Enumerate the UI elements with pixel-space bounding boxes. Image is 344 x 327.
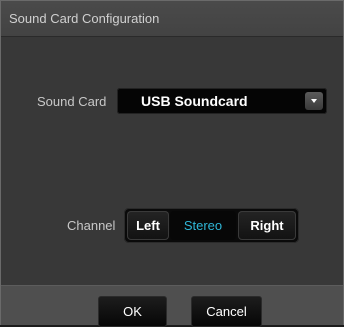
dialog-footer: [1, 285, 343, 325]
channel-label: Channel: [67, 218, 116, 233]
cancel-button[interactable]: Cancel: [191, 296, 262, 327]
chevron-down-icon[interactable]: [305, 92, 323, 110]
sound-card-selected-value: USB Soundcard: [141, 93, 248, 109]
sound-card-dropdown[interactable]: USB Soundcard: [117, 88, 327, 114]
sound-card-label: Sound Card: [37, 94, 107, 109]
channel-stereo-button[interactable]: Stereo: [170, 211, 236, 240]
title-bar: Sound Card Configuration: [1, 1, 343, 37]
channel-left-button[interactable]: Left: [127, 211, 169, 240]
channel-right-button[interactable]: Right: [238, 211, 296, 240]
sound-card-configuration-dialog: Sound Card Configuration Sound Card USB …: [0, 0, 344, 327]
channel-segmented-control: Left Stereo Right: [124, 208, 299, 243]
dialog-title: Sound Card Configuration: [9, 11, 160, 26]
ok-button[interactable]: OK: [98, 296, 167, 327]
